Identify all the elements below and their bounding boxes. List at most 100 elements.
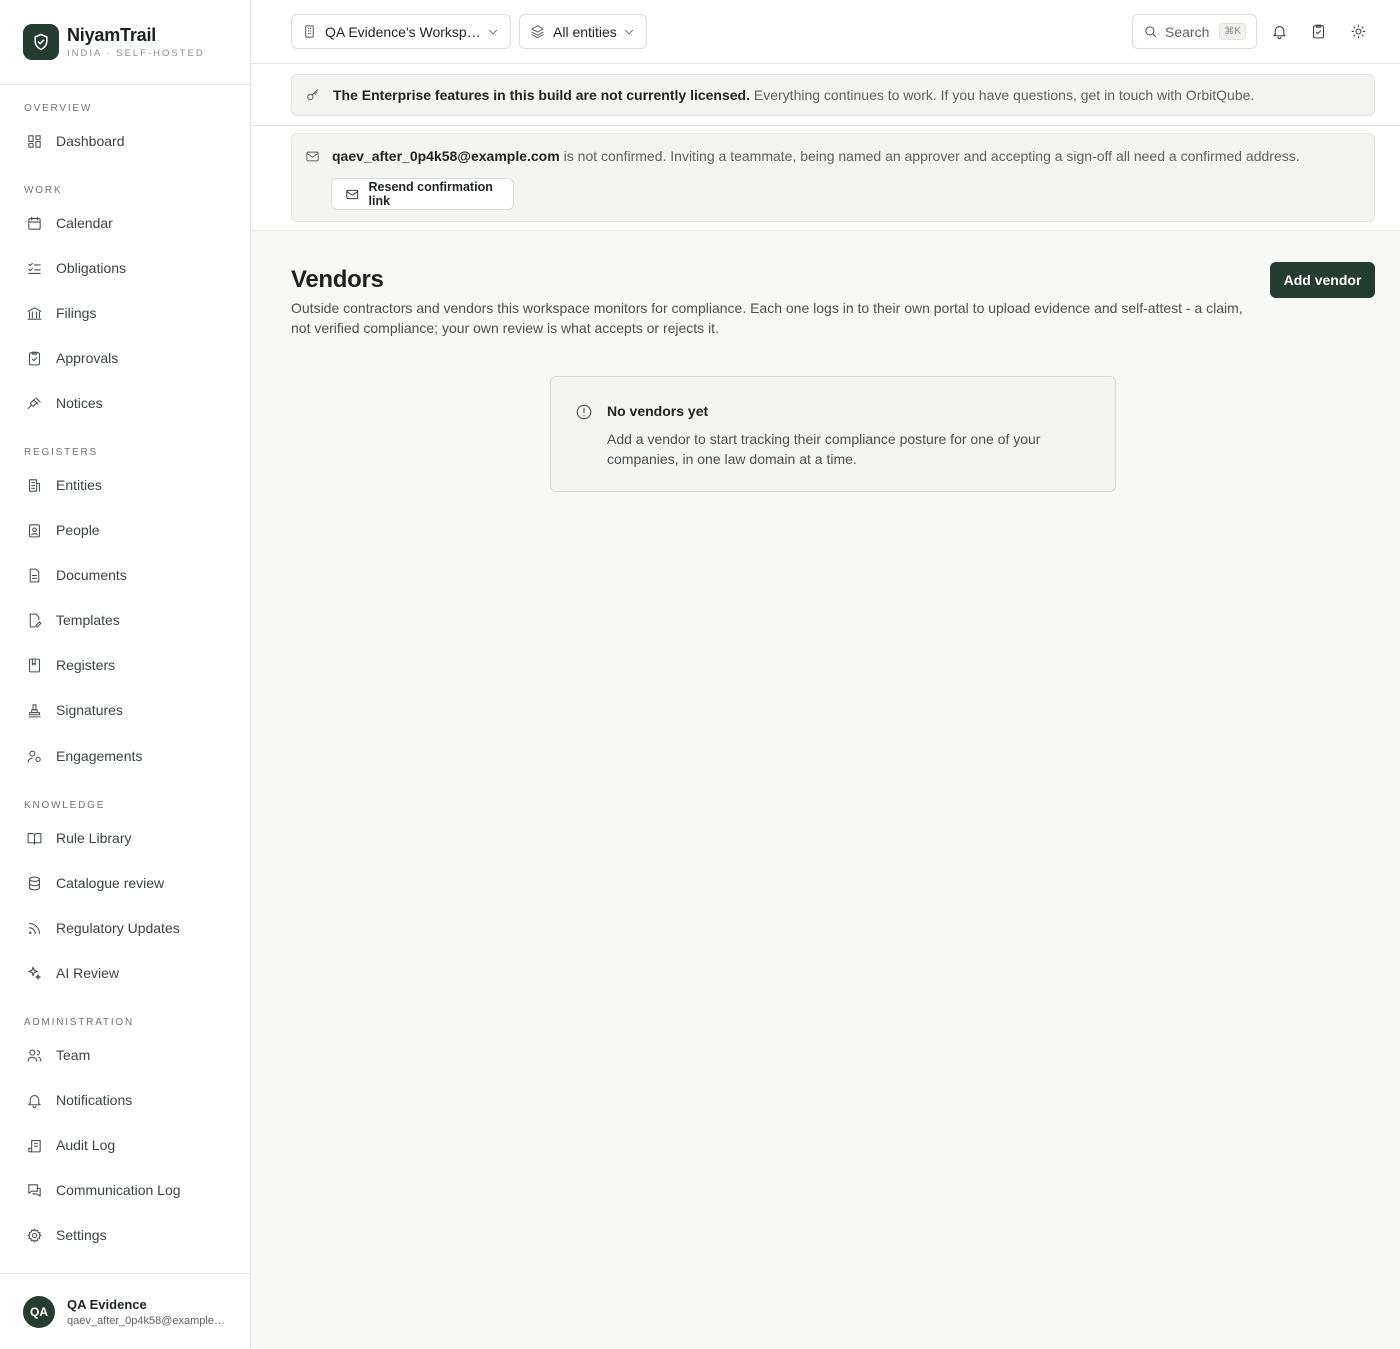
email-confirm-banner: qaev_after_0p4k58@example.com is not con… xyxy=(291,133,1375,222)
search-icon xyxy=(1145,26,1156,37)
sidebar-item-catalogue-review[interactable]: Catalogue review xyxy=(24,867,234,899)
resend-confirmation-button[interactable]: Resend confirmation link xyxy=(331,178,514,210)
gear-icon xyxy=(24,1225,44,1245)
sidebar-item-documents[interactable]: Documents xyxy=(24,559,234,591)
confirm-message: is not confirmed. Inviting a teammate, b… xyxy=(563,148,1300,164)
sidebar-item-dashboard[interactable]: Dashboard xyxy=(24,125,234,157)
sidebar-item-communication-log[interactable]: Communication Log xyxy=(24,1174,234,1206)
license-banner-area: The Enterprise features in this build ar… xyxy=(251,64,1400,126)
book-icon xyxy=(24,655,44,675)
section-knowledge: KNOWLEDGE xyxy=(24,800,106,811)
topbar: QA Evidence's Workspace All entities Sea… xyxy=(251,0,1400,64)
sidebar-item-label: AI Review xyxy=(56,965,120,981)
workspace-selector[interactable]: QA Evidence's Workspace xyxy=(291,14,511,49)
messages-icon xyxy=(24,1180,44,1200)
database-icon xyxy=(24,873,44,893)
rss-icon xyxy=(24,918,44,938)
sidebar-item-label: Notices xyxy=(56,395,103,411)
sidebar-item-label: Settings xyxy=(56,1227,107,1243)
search-button[interactable]: Search ⌘K xyxy=(1132,14,1257,49)
sidebar-item-label: Engagements xyxy=(56,748,143,764)
sidebar-item-audit-log[interactable]: Audit Log xyxy=(24,1129,234,1161)
entity-scope: All entities xyxy=(553,23,617,40)
user-settings-icon xyxy=(24,746,44,766)
sidebar-item-label: Calendar xyxy=(56,215,113,231)
confirm-banner-area: qaev_after_0p4k58@example.com is not con… xyxy=(251,126,1400,231)
license-banner-text: Everything continues to work. If you hav… xyxy=(753,87,1255,103)
alert-circle-icon xyxy=(576,404,592,420)
sidebar-item-notices[interactable]: Notices xyxy=(24,387,234,419)
sidebar-item-registers[interactable]: Registers xyxy=(24,649,234,681)
bell-icon[interactable] xyxy=(1267,19,1291,43)
sidebar-item-label: Templates xyxy=(56,612,120,628)
sidebar-item-label: Rule Library xyxy=(56,830,132,846)
sidebar-item-label: Audit Log xyxy=(56,1137,116,1153)
dashboard-icon xyxy=(24,131,44,151)
sidebar-item-rule-library[interactable]: Rule Library xyxy=(24,822,234,854)
workspace-name: QA Evidence's Workspace xyxy=(325,23,486,40)
document-icon xyxy=(24,565,44,585)
sidebar-item-notifications[interactable]: Notifications xyxy=(24,1084,234,1116)
file-edit-icon xyxy=(24,610,44,630)
sidebar-item-label: Catalogue review xyxy=(56,875,165,891)
sparkles-icon xyxy=(24,963,44,983)
gavel-icon xyxy=(24,393,44,413)
mail-icon xyxy=(346,189,359,199)
sidebar-item-label: Documents xyxy=(56,567,127,583)
open-book-icon xyxy=(24,828,44,848)
sidebar-item-filings[interactable]: Filings xyxy=(24,297,234,329)
license-banner: The Enterprise features in this build ar… xyxy=(291,74,1375,116)
section-registers: REGISTERS xyxy=(24,447,98,458)
sidebar-item-label: Registers xyxy=(56,657,116,673)
sidebar-item-approvals[interactable]: Approvals xyxy=(24,342,234,374)
key-icon xyxy=(307,89,319,101)
sidebar-item-label: Regulatory Updates xyxy=(56,920,180,936)
sidebar-item-signatures[interactable]: Signatures xyxy=(24,694,234,726)
shield-logo-icon xyxy=(23,24,59,60)
sidebar-item-calendar[interactable]: Calendar xyxy=(24,207,234,239)
brand[interactable]: NiyamTrail INDIA · SELF-HOSTED xyxy=(0,0,250,85)
sidebar-item-label: Signatures xyxy=(56,702,123,718)
stamp-icon xyxy=(24,700,44,720)
add-vendor-button[interactable]: Add vendor xyxy=(1270,262,1375,298)
sidebar-item-regulatory-updates[interactable]: Regulatory Updates xyxy=(24,912,234,944)
user-menu[interactable]: QA QA Evidence qaev_after_0p4k58@example… xyxy=(0,1273,250,1349)
sidebar-item-entities[interactable]: Entities xyxy=(24,469,234,501)
sidebar-item-people[interactable]: People xyxy=(24,514,234,546)
sidebar-item-templates[interactable]: Templates xyxy=(24,604,234,636)
sidebar-item-label: People xyxy=(56,522,100,538)
users-icon xyxy=(24,1045,44,1065)
sidebar-item-settings[interactable]: Settings xyxy=(24,1219,234,1251)
sidebar-item-obligations[interactable]: Obligations xyxy=(24,252,234,284)
sun-icon[interactable] xyxy=(1346,19,1370,43)
clipboard-check-icon[interactable] xyxy=(1306,19,1330,43)
bank-icon xyxy=(24,303,44,323)
sidebar-item-label: Entities xyxy=(56,477,102,493)
user-name: QA Evidence xyxy=(67,1296,147,1312)
empty-state: No vendors yet Add a vendor to start tra… xyxy=(550,376,1116,492)
layers-icon xyxy=(531,25,544,39)
bell-icon xyxy=(24,1090,44,1110)
sidebar-item-label: Notifications xyxy=(56,1092,133,1108)
section-overview: OVERVIEW xyxy=(24,103,93,114)
sidebar-item-engagements[interactable]: Engagements xyxy=(24,740,234,772)
sidebar-item-ai-review[interactable]: AI Review xyxy=(24,957,234,989)
license-banner-title: The Enterprise features in this build ar… xyxy=(333,87,750,103)
chevron-down-icon xyxy=(625,29,633,34)
sidebar-item-label: Dashboard xyxy=(56,133,125,149)
search-shortcut: ⌘K xyxy=(1219,23,1246,40)
avatar: QA xyxy=(23,1295,55,1328)
entity-selector[interactable]: All entities xyxy=(519,14,647,49)
sidebar-item-label: Filings xyxy=(56,305,97,321)
section-work: WORK xyxy=(24,185,63,196)
clipboard-check-icon xyxy=(24,348,44,368)
chevron-down-icon xyxy=(489,29,497,34)
scroll-icon xyxy=(24,1135,44,1155)
checklist-icon xyxy=(24,258,44,278)
sidebar-item-team[interactable]: Team xyxy=(24,1039,234,1071)
calendar-icon xyxy=(24,213,44,233)
page-title: Vendors xyxy=(291,266,384,293)
sidebar: NiyamTrail INDIA · SELF-HOSTED OVERVIEW … xyxy=(0,0,251,1349)
unconfirmed-email: qaev_after_0p4k58@example.com xyxy=(332,148,560,164)
sidebar-item-label: Team xyxy=(56,1047,91,1063)
